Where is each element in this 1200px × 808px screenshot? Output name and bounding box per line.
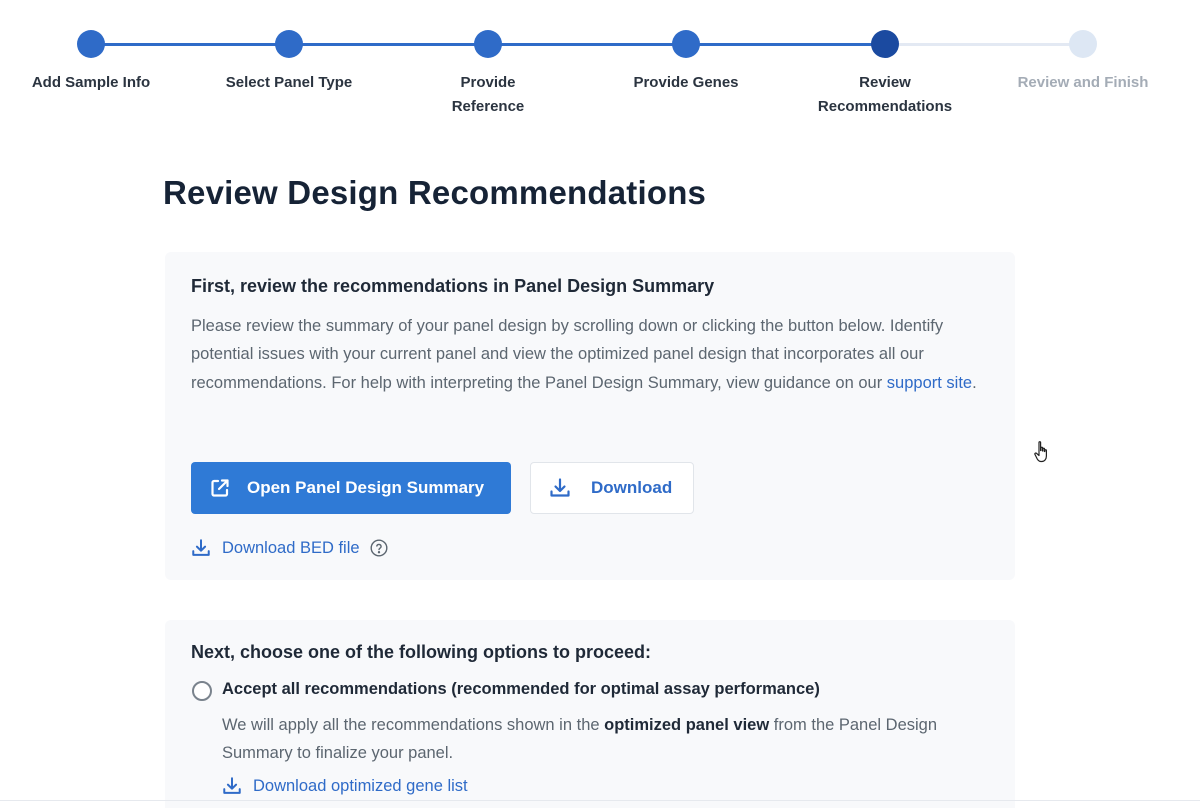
step-label: Review Recommendations xyxy=(817,74,953,115)
external-link-icon xyxy=(209,477,231,499)
card-heading: Next, choose one of the following option… xyxy=(191,642,652,662)
step-dot xyxy=(275,30,303,58)
step-dot-future xyxy=(1069,30,1097,58)
review-summary-card: First, review the recommendations in Pan… xyxy=(165,252,1015,580)
step-dot xyxy=(672,30,700,58)
step-label: Provide Genes xyxy=(633,74,739,91)
desc-bold: optimized panel view xyxy=(604,716,770,734)
help-circle-icon[interactable] xyxy=(370,539,388,557)
step-review-recommendations[interactable]: Review Recommendations xyxy=(785,30,985,119)
step-label: Add Sample Info xyxy=(31,74,151,91)
page-title: Review Design Recommendations xyxy=(163,174,707,211)
download-gene-list-label: Download optimized gene list xyxy=(253,776,468,795)
hand-pointer-cursor-icon xyxy=(1033,440,1053,464)
review-instructions-text: Please review the summary of your panel … xyxy=(191,317,944,392)
step-label: Provide Reference xyxy=(451,74,525,115)
card-heading: First, review the recommendations in Pan… xyxy=(191,276,715,296)
step-label: Select Panel Type xyxy=(225,74,353,91)
step-review-and-finish: Review and Finish xyxy=(983,30,1183,95)
download-button[interactable]: Download xyxy=(530,462,694,514)
open-summary-label: Open Panel Design Summary xyxy=(247,478,485,497)
download-bed-label: Download BED file xyxy=(222,538,360,557)
step-select-panel-type[interactable]: Select Panel Type xyxy=(189,30,389,95)
step-dot-current xyxy=(871,30,899,58)
download-bed-file-link[interactable]: Download BED file xyxy=(191,535,388,561)
review-instructions-end: . xyxy=(972,373,977,392)
divider xyxy=(0,800,1200,801)
review-instructions: Please review the summary of your panel … xyxy=(191,312,991,397)
download-icon xyxy=(191,538,211,558)
open-panel-design-summary-button[interactable]: Open Panel Design Summary xyxy=(191,462,511,514)
step-provide-reference[interactable]: Provide Reference xyxy=(388,30,588,119)
download-icon xyxy=(549,477,571,499)
download-optimized-gene-list-link[interactable]: Download optimized gene list xyxy=(222,773,468,799)
progress-stepper: Add Sample Info Select Panel Type Provid… xyxy=(0,0,1200,130)
accept-all-label[interactable]: Accept all recommendations (recommended … xyxy=(222,680,820,699)
desc-prefix: We will apply all the recommendations sh… xyxy=(222,716,605,734)
download-icon xyxy=(222,776,242,796)
download-label: Download xyxy=(591,478,673,497)
step-dot xyxy=(474,30,502,58)
step-provide-genes[interactable]: Provide Genes xyxy=(586,30,786,95)
step-add-sample-info[interactable]: Add Sample Info xyxy=(0,30,191,95)
support-site-link[interactable]: support site xyxy=(887,374,972,392)
accept-all-description: We will apply all the recommendations sh… xyxy=(222,711,982,768)
step-label: Review and Finish xyxy=(1017,74,1149,91)
step-dot xyxy=(77,30,105,58)
accept-all-radio[interactable] xyxy=(192,681,212,701)
